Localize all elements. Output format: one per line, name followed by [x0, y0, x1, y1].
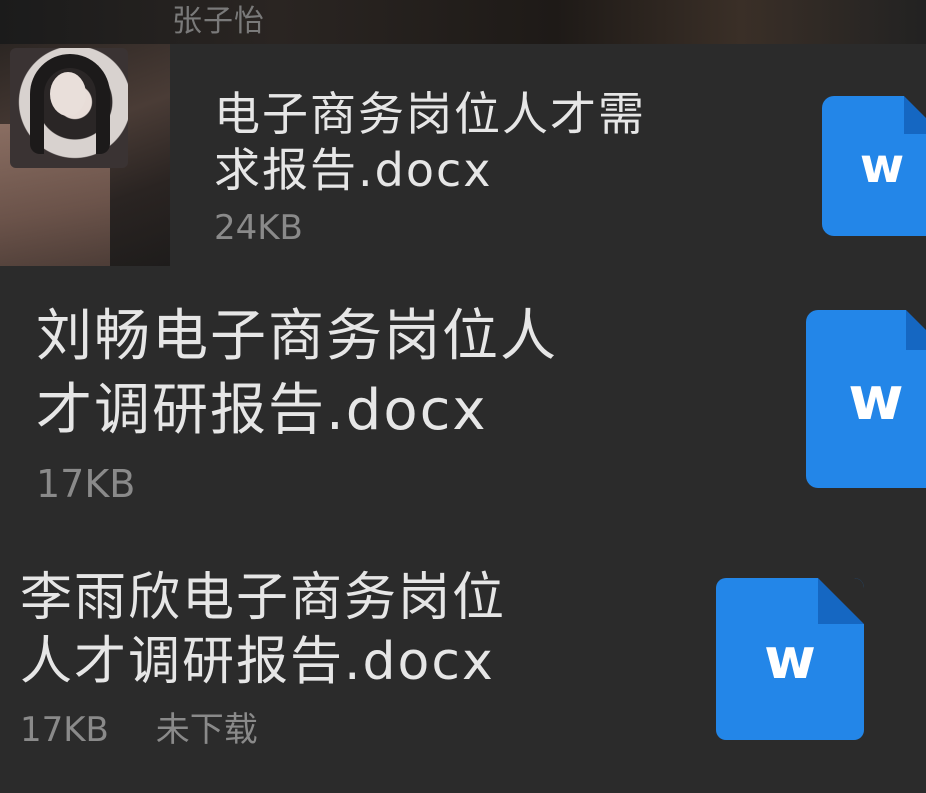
page-fold	[818, 578, 864, 624]
avatar-face	[50, 72, 86, 116]
file-message[interactable]: 电子商务岗位人才需 求报告.docx 24KB	[214, 86, 774, 248]
word-icon-letter: w	[764, 626, 816, 692]
download-status: 未下载	[155, 710, 258, 750]
page-fold	[904, 96, 926, 134]
file-meta: 24KB	[214, 208, 774, 248]
word-doc-icon[interactable]: w	[806, 310, 926, 488]
file-size: 24KB	[214, 208, 303, 248]
file-name: 刘畅电子商务岗位人 才调研报告.docx	[36, 304, 558, 443]
file-message[interactable]: 李雨欣电子商务岗位 人才调研报告.docx 17KB 未下载	[20, 566, 700, 750]
chat-header-background	[0, 0, 926, 44]
file-message[interactable]: 刘畅电子商务岗位人 才调研报告.docx 17KB	[36, 300, 736, 504]
word-icon-letter: w	[859, 138, 905, 194]
page-fold	[906, 310, 926, 350]
file-name: 电子商务岗位人才需 求报告.docx	[214, 87, 646, 197]
avatar[interactable]	[10, 48, 128, 168]
shared-photo[interactable]	[0, 44, 170, 266]
word-icon-letter: w	[848, 364, 904, 434]
word-doc-icon[interactable]: w	[822, 96, 926, 236]
file-meta: 17KB	[36, 464, 736, 504]
file-name: 李雨欣电子商务岗位 人才调研报告.docx	[20, 568, 507, 692]
word-doc-icon[interactable]: w	[716, 578, 864, 740]
file-size: 17KB	[20, 710, 109, 750]
sender-name: 张子怡	[172, 4, 265, 39]
file-meta: 17KB 未下载	[20, 710, 700, 750]
file-size: 17KB	[36, 462, 136, 506]
